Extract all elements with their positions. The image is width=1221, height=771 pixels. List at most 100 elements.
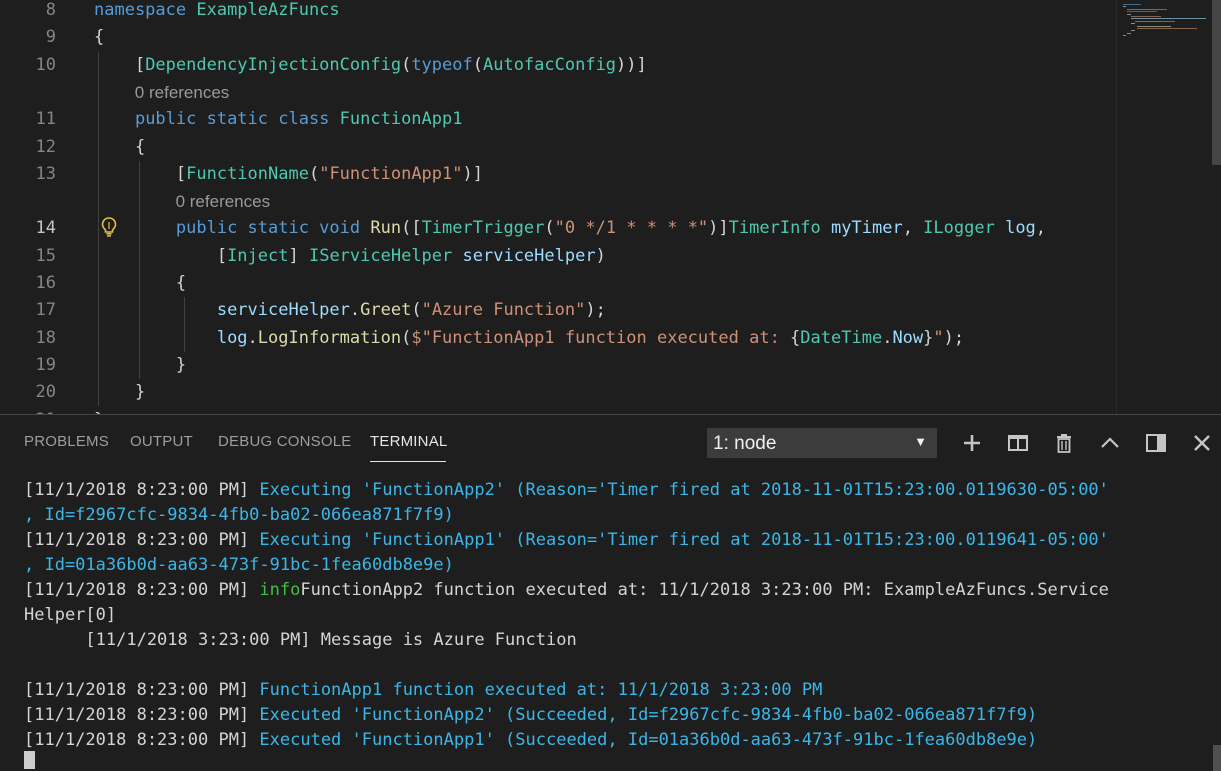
code-token: serviceHelper	[462, 245, 596, 266]
code-line[interactable]: 16 {	[0, 270, 1116, 297]
code-token: .	[247, 327, 258, 348]
terminal-text: Executed 'FunctionApp1' (Succeeded, Id=0…	[259, 730, 1038, 750]
code-token: ,	[902, 218, 924, 239]
terminal-text: [11/1/2018 8:23:00 PM]	[24, 530, 260, 550]
minimap-line	[1131, 18, 1206, 20]
terminal-line: Helper[0]	[24, 603, 116, 628]
indent-guide	[98, 51, 99, 407]
minimap[interactable]	[1116, 0, 1212, 414]
code-line[interactable]: 18 log.LogInformation($"FunctionApp1 fun…	[0, 325, 1116, 352]
code-token: public static class	[134, 109, 340, 130]
code-line[interactable]: 13 [FunctionName("FunctionApp1")]	[0, 161, 1116, 188]
terminal-line: , Id=01a36b0d-aa63-473f-91bc-1fea60db8e9…	[24, 553, 454, 578]
chevron-up-icon[interactable]	[1097, 431, 1123, 455]
code-token: typeof	[411, 54, 473, 75]
minimap-line	[1123, 6, 1126, 8]
codelens-references[interactable]: 0 references	[0, 79, 1116, 106]
minimap-line	[1127, 13, 1131, 15]
tab-terminal[interactable]: TERMINAL	[370, 433, 447, 450]
code-token: {	[94, 27, 105, 48]
code-token: myTimer	[831, 218, 903, 239]
code-token: ILogger	[923, 218, 995, 239]
maximize-icon[interactable]	[1143, 431, 1169, 455]
code-token: ExampleAzFuncs	[196, 0, 340, 20]
lightbulb-icon[interactable]	[100, 216, 118, 238]
code-line[interactable]: 14 public static void Run([TimerTrigger(…	[0, 215, 1116, 242]
code-line[interactable]: 15 [Inject] IServiceHelper serviceHelper…	[0, 243, 1116, 270]
terminal-select-value: 1: node	[713, 433, 777, 454]
code-token: .	[349, 300, 361, 321]
code-token: "0 */1 * * * *"	[554, 218, 709, 239]
code-token: ))]	[616, 54, 647, 75]
code-token: .	[882, 327, 893, 348]
tab-problems[interactable]: PROBLEMS	[24, 433, 109, 450]
terminal-scrollbar-thumb[interactable]	[1213, 745, 1221, 771]
terminal-text: [11/1/2018 8:23:00 PM]	[24, 480, 260, 500]
line-number: 19	[35, 354, 56, 375]
terminal-text: [11/1/2018 8:23:00 PM]	[24, 730, 260, 750]
terminal-line: [11/1/2018 8:23:00 PM] Executed 'Functio…	[24, 703, 1037, 728]
tab-debug-console[interactable]: DEBUG CONSOLE	[218, 433, 351, 450]
code-editor[interactable]: 8 namespace ExampleAzFuncs 9{10 [Dependenc…	[0, 0, 1221, 414]
terminal-text: [11/1/2018 8:23:00 PM]	[24, 705, 260, 725]
terminal-text: Executing 'FunctionApp1' (Reason='Timer …	[259, 530, 1109, 550]
minimap-line	[1123, 35, 1126, 37]
codelens-label[interactable]: 0 references	[135, 83, 230, 103]
code-token: "Azure Function"	[421, 300, 586, 321]
code-text: }	[94, 407, 104, 415]
code-text: {	[94, 270, 186, 297]
code-line[interactable]: 9{	[0, 24, 1116, 51]
code-token: Greet	[360, 300, 412, 321]
code-token: {	[94, 136, 146, 157]
codelens-label[interactable]: 0 references	[176, 192, 271, 212]
code-line[interactable]: 20 }	[0, 379, 1116, 406]
terminal-text: [11/1/2018 3:23:00 PM] Message is Azure …	[24, 630, 577, 650]
code-token: );	[943, 327, 965, 348]
code-token: "FunctionApp1"	[319, 163, 463, 184]
minimap-line	[1127, 11, 1157, 13]
code-line[interactable]: 11 public static class FunctionApp1	[0, 106, 1116, 133]
line-number: 10	[35, 54, 56, 75]
code-text: public static class FunctionApp1	[94, 106, 463, 133]
code-token: namespace	[94, 0, 197, 20]
code-line[interactable]: 10 [DependencyInjectionConfig(typeof(Aut…	[0, 52, 1116, 79]
terminal-select[interactable]: 1: node ▼	[707, 428, 937, 458]
code-token: DependencyInjectionConfig	[145, 54, 402, 75]
code-line[interactable]: 21}	[0, 407, 1116, 415]
indent-guide	[184, 297, 185, 352]
code-token: }	[94, 382, 146, 403]
editor-scrollbar-thumb[interactable]	[1212, 0, 1221, 165]
tab-output[interactable]: OUTPUT	[130, 433, 193, 450]
close-icon[interactable]	[1189, 431, 1215, 455]
bottom-panel: PROBLEMS OUTPUT DEBUG CONSOLE TERMINAL 1…	[0, 414, 1221, 771]
code-token: Now	[892, 327, 924, 348]
terminal-text: Executed 'FunctionApp2' (Succeeded, Id=f…	[259, 705, 1038, 725]
terminal-text: FunctionApp2 function executed at: 11/1/…	[300, 580, 1109, 600]
line-number: 20	[35, 382, 56, 403]
code-line[interactable]: 8 namespace ExampleAzFuncs	[0, 0, 1116, 24]
code-token: IServiceHelper	[308, 245, 453, 266]
minimap-line	[1131, 30, 1135, 32]
line-number: 13	[35, 163, 56, 184]
codelens-references[interactable]: 0 references	[0, 188, 1116, 215]
code-line[interactable]: 19 }	[0, 352, 1116, 379]
line-number: 21	[0, 407, 56, 415]
code-token: [	[94, 54, 146, 75]
plus-icon[interactable]	[959, 431, 985, 455]
code-line[interactable]: 12 {	[0, 134, 1116, 161]
trash-icon[interactable]	[1051, 431, 1077, 455]
minimap-line	[1137, 28, 1197, 29]
line-number: 15	[35, 245, 56, 266]
code-line[interactable]: 17 serviceHelper.Greet("Azure Function")…	[0, 297, 1116, 324]
code-token: log	[1005, 218, 1036, 239]
split-icon[interactable]	[1005, 431, 1031, 455]
code-token: DateTime	[800, 327, 883, 348]
minimap-line	[1127, 32, 1131, 34]
code-token: (	[308, 163, 320, 184]
code-text: [DependencyInjectionConfig(typeof(Autofa…	[94, 52, 647, 79]
